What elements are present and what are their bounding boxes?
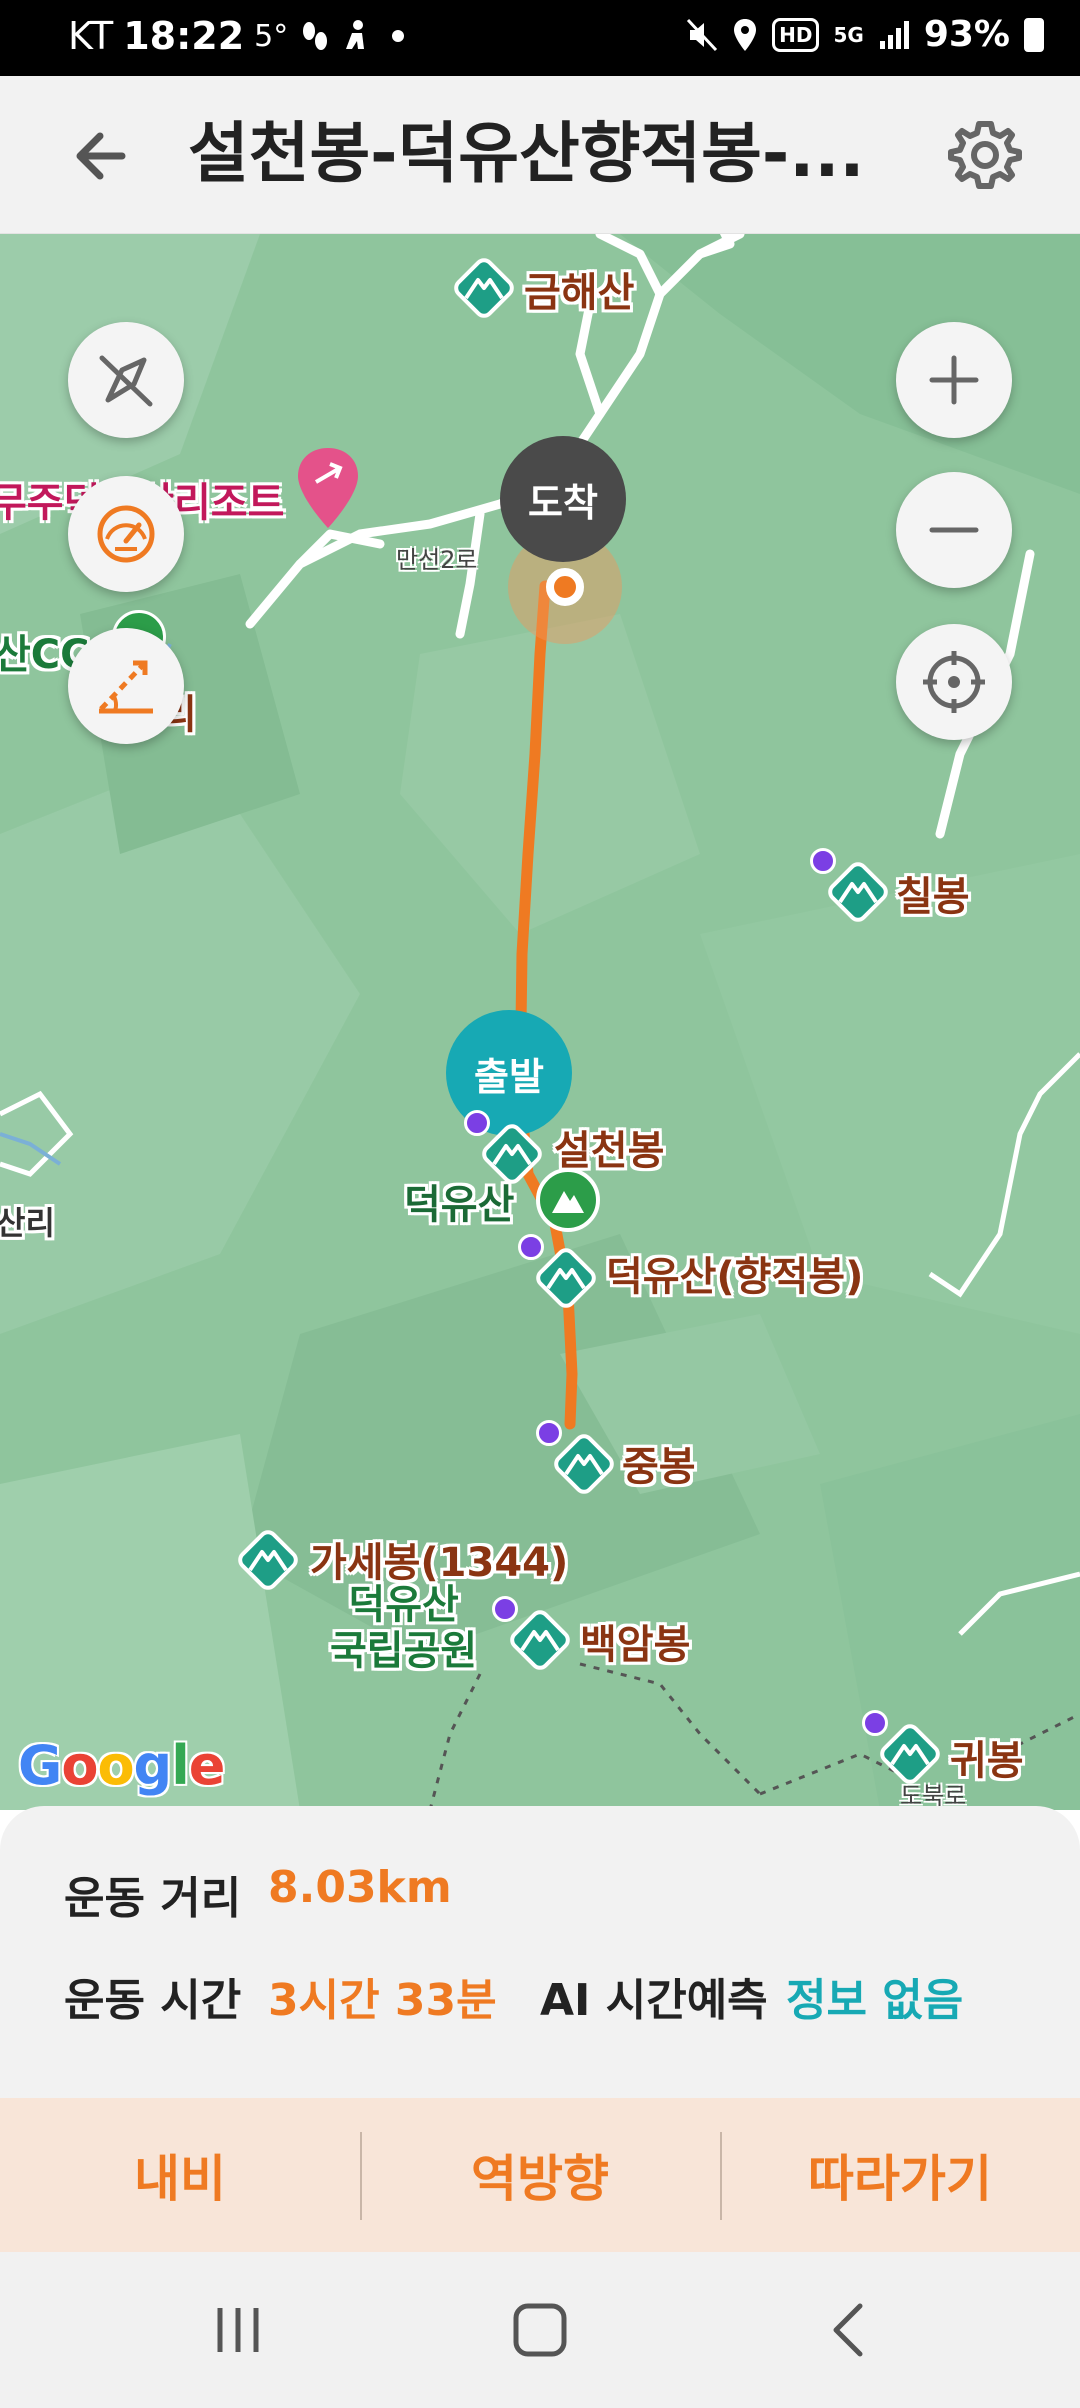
recent-apps-icon[interactable] xyxy=(210,2302,266,2358)
mountain-icon xyxy=(454,258,514,318)
distance-value: 8.03km xyxy=(268,1862,452,1913)
compass-off-icon xyxy=(99,355,153,407)
my-location-button[interactable] xyxy=(896,624,1012,740)
follow-button[interactable]: 따라가기 xyxy=(720,2098,1080,2252)
plus-icon xyxy=(929,355,979,405)
reverse-button[interactable]: 역방향 xyxy=(360,2098,720,2252)
notification-dot-icon xyxy=(392,30,405,42)
crosshair-icon xyxy=(923,651,985,713)
time-value: 3시간 33분 xyxy=(268,1975,497,2026)
peak-label: 금해산 xyxy=(524,270,635,316)
peak-badge-icon xyxy=(492,1596,518,1622)
ai-prediction-value: 정보 없음 xyxy=(786,1975,964,2026)
peak-label: 설천봉 xyxy=(554,1128,665,1174)
action-bar: 내비 역방향 따라가기 xyxy=(0,2098,1080,2252)
compass-toggle-button[interactable] xyxy=(68,322,184,438)
peak-label: 덕유산(향적봉) xyxy=(606,1254,864,1300)
steps-icon xyxy=(303,22,328,50)
zoom-in-button[interactable] xyxy=(896,322,1012,438)
back-nav-icon[interactable] xyxy=(822,2302,878,2358)
hd-badge: HD xyxy=(772,17,820,52)
elevation-button[interactable] xyxy=(68,628,184,744)
peak-badge-icon xyxy=(862,1710,888,1736)
time-label: 운동 시간 xyxy=(64,1975,242,2026)
peak-marker[interactable] xyxy=(448,252,520,324)
ai-prediction-label: AI 시간예측 xyxy=(540,1975,768,2026)
carrier-label: KT xyxy=(68,14,114,58)
battery-icon xyxy=(1024,17,1044,52)
zoom-out-button[interactable] xyxy=(896,472,1012,588)
home-icon[interactable] xyxy=(512,2302,568,2358)
clock: 18:22 xyxy=(123,14,245,58)
google-logo: Google xyxy=(18,1734,225,1797)
arrival-marker[interactable]: 도착 xyxy=(500,436,626,562)
peak-label: 백암봉 xyxy=(580,1622,691,1668)
national-park-label: 덕유산 국립공원 xyxy=(330,1582,478,1674)
page-title: 설천봉-덕유산향적봉-... xyxy=(188,115,865,192)
peak-label: 가세봉(1344) xyxy=(310,1540,569,1586)
battery-percent: 93% xyxy=(923,14,1010,55)
peak-label: 칠봉 xyxy=(896,874,970,920)
hiker-icon xyxy=(346,20,365,49)
slope-icon xyxy=(99,660,153,714)
mountain-icon xyxy=(238,1530,298,1590)
peak-marker[interactable] xyxy=(232,1524,304,1596)
road-label: 만선2로 xyxy=(396,546,478,574)
navigate-button[interactable]: 내비 xyxy=(0,2098,360,2252)
gear-icon xyxy=(948,121,1022,189)
peak-label: 귀봉 xyxy=(950,1738,1024,1784)
map-view[interactable]: 도착 무주덕유산리조트 만선2로 산CC 리 산리 출발 덕유산 덕유산 국립공… xyxy=(0,234,1080,1810)
route-info-panel: 운동 거리 8.03km 운동 시간 3시간 33분 AI 시간예측 정보 없음 xyxy=(0,1806,1080,2100)
peak-badge-icon xyxy=(536,1420,562,1446)
peak-label: 중봉 xyxy=(622,1444,696,1490)
network-type: 5G xyxy=(833,22,864,47)
location-icon xyxy=(734,18,757,51)
peak-badge-icon xyxy=(464,1110,490,1136)
signal-icon xyxy=(879,20,909,49)
back-button[interactable] xyxy=(64,116,144,196)
speed-button[interactable] xyxy=(68,476,184,592)
mute-icon xyxy=(687,18,718,51)
back-arrow-icon xyxy=(76,132,126,180)
peak-badge-icon xyxy=(810,848,836,874)
peak-badge-icon xyxy=(518,1234,544,1260)
minus-icon xyxy=(929,527,979,533)
arrival-location-dot xyxy=(546,568,584,606)
system-nav-bar xyxy=(0,2252,1080,2408)
village-label: 산리 xyxy=(0,1204,55,1242)
settings-button[interactable] xyxy=(944,114,1026,196)
status-bar: KT 18:22 5° HD 5G 93% xyxy=(0,0,1080,76)
distance-label: 운동 거리 xyxy=(64,1873,242,1924)
temperature: 5° xyxy=(254,18,289,54)
app-bar: 설천봉-덕유산향적봉-... xyxy=(0,76,1080,234)
speedometer-icon xyxy=(97,505,155,563)
resort-pin-icon[interactable] xyxy=(296,446,360,530)
